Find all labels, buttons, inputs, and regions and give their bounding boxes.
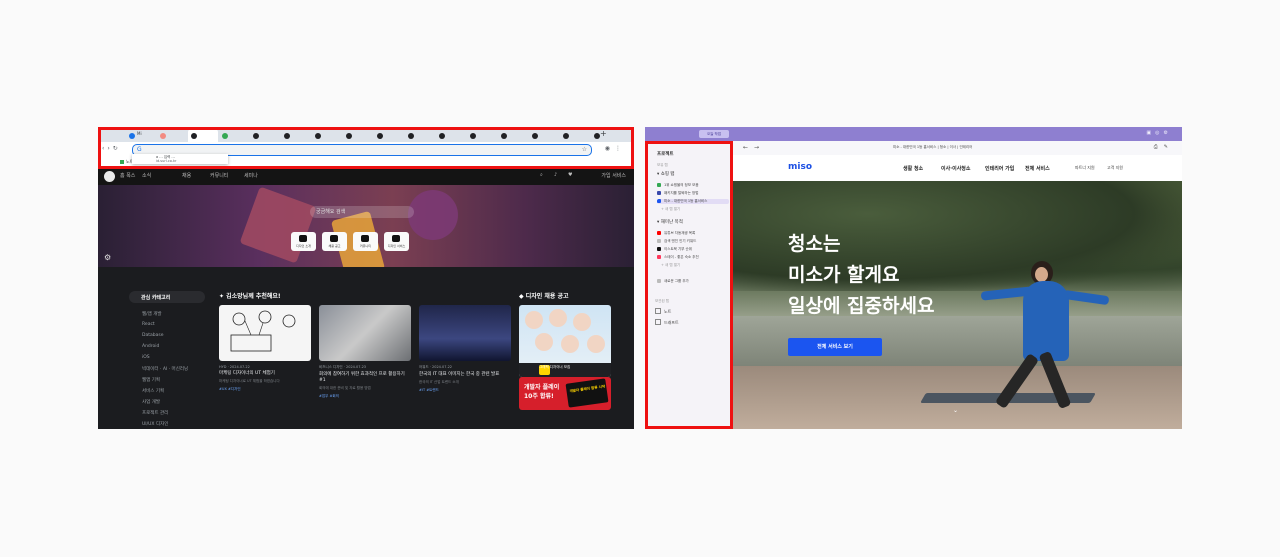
- category-item[interactable]: Android: [142, 344, 159, 349]
- book-image: 개발자 플레이 합류 시작: [565, 378, 609, 408]
- view-all-services-button[interactable]: 전체 서비스 보기: [788, 338, 882, 356]
- left-browser-screenshot: Mi + ‹›↻ G ☆ ◉⋮ a … 입력 … id.surl.co.kr 노…: [98, 127, 634, 429]
- quick-link-button[interactable]: 커뮤니티: [353, 232, 378, 251]
- page-viewport: ←→ 미소 - 대한민국 1등 홈서비스 | 청소 | 이사 | 인테리어 ⎙✎…: [733, 141, 1182, 429]
- ad-photo: [525, 311, 543, 329]
- category-item[interactable]: iOS: [142, 355, 150, 360]
- ad-photo: [561, 335, 579, 353]
- category-item[interactable]: 빅데이터 · AI · 머신러닝: [142, 366, 188, 372]
- hero-banner: 궁금해요 검색 디자인 소개 채용 공고 커뮤니티 디자인 서비스 ⚙: [98, 185, 634, 267]
- chevron-down-icon: ⌄: [953, 407, 959, 414]
- site-header: miso 생활 청소 이사·이사청소 인테리어 가입 전체 서비스 파트너 지원…: [733, 155, 1182, 181]
- article-card[interactable]: HYD · 2024.07.22 마케팅 디자이너의 UT 체험기 마케팅 디자…: [219, 305, 311, 392]
- category-item[interactable]: 웹/앱 개발: [142, 311, 162, 317]
- card-title: 한국의 IT 대표 이미지는 한국 중 관련 발표: [419, 372, 500, 377]
- hero-decor: [408, 190, 458, 240]
- toolbar-icons[interactable]: ▣◎⚙: [1146, 130, 1172, 136]
- search-icon[interactable]: ⌕: [540, 172, 543, 178]
- hero-headline-line: 일상에 집중하세요: [788, 295, 935, 317]
- card-subtitle: 회의에 대한 준비 및 자료 활용 방법: [319, 386, 371, 390]
- job-ad-banner[interactable]: 그래픽 디자이너 모집: [519, 305, 611, 377]
- quick-link-button[interactable]: 디자인 소개: [291, 232, 316, 251]
- gear-icon[interactable]: ⚙: [104, 253, 111, 262]
- card-subtitle: 마케팅 디자이너로 UT 체험을 하였습니다: [219, 379, 280, 383]
- card-tags: #UX #디자인: [219, 387, 241, 391]
- article-card[interactable]: 어워드 · 2024.07.22 한국의 IT 대표 이미지는 한국 중 관련 …: [419, 305, 511, 393]
- category-item[interactable]: UI/UX 디자인: [142, 421, 168, 427]
- article-thumbnail: [419, 305, 511, 361]
- category-item[interactable]: 서비스 기획: [142, 388, 164, 394]
- promo-banner[interactable]: 개발자 플레이 10주 합류! 개발자 플레이 합류 시작: [519, 377, 611, 410]
- navigation-icons[interactable]: ←→: [743, 144, 765, 151]
- workspace-pill[interactable]: 오늘 작업: [699, 130, 729, 138]
- promo-line: 10주 합류!: [524, 393, 554, 400]
- article-thumbnail: [219, 305, 311, 361]
- nav-interior[interactable]: 인테리어 가입: [985, 165, 1014, 172]
- site-logo[interactable]: [104, 171, 115, 182]
- nav-community[interactable]: 커뮤니티: [210, 172, 228, 179]
- ad-caption: 그래픽 디자이너 모집: [519, 363, 611, 377]
- card-subtitle: 한국의 IT 산업 트렌드 소개: [419, 380, 459, 384]
- card-meta: 비즈니스 디자인 · 2024.07.23: [319, 365, 367, 369]
- quick-link-button[interactable]: 채용 공고: [322, 232, 347, 251]
- article-card[interactable]: 비즈니스 디자인 · 2024.07.23 회의에 참여하기 위한 효과적인 프…: [319, 305, 411, 399]
- ad-photo: [573, 313, 591, 331]
- ad-photo: [549, 309, 567, 327]
- card-meta: HYD · 2024.07.22: [219, 365, 250, 369]
- address-bar[interactable]: ←→ 미소 - 대한민국 1등 홈서비스 | 청소 | 이사 | 인테리어 ⎙✎: [733, 141, 1182, 156]
- nav-cleaning[interactable]: 생활 청소: [903, 165, 923, 172]
- nav-support[interactable]: 고객 지원: [1107, 165, 1123, 171]
- hero-search-input[interactable]: 궁금해요 검색: [310, 206, 414, 218]
- hero-decor: [239, 186, 317, 264]
- heart-icon[interactable]: ♥: [568, 172, 572, 178]
- quick-link-button[interactable]: 디자인 서비스: [384, 232, 409, 251]
- page-url: 미소 - 대한민국 1등 홈서비스 | 청소 | 이사 | 인테리어: [893, 145, 973, 149]
- bell-icon[interactable]: ♪: [554, 172, 557, 178]
- category-item[interactable]: 웹앱 기획: [142, 377, 160, 383]
- nav-news[interactable]: 소식: [142, 172, 151, 179]
- card-title: 마케팅 디자이너의 UT 체험기: [219, 371, 275, 376]
- sketch-illustration: [230, 310, 296, 352]
- nav-jobs[interactable]: 채용: [182, 172, 191, 179]
- card-tags: #업무 #회의: [319, 394, 339, 398]
- jobs-title: ◆ 디자인 채용 공고: [519, 293, 569, 300]
- category-item[interactable]: 프로젝트 관리: [142, 410, 168, 416]
- signup-link[interactable]: 가입 서비스: [601, 172, 626, 179]
- article-thumbnail: [319, 305, 411, 361]
- miso-logo[interactable]: miso: [788, 162, 812, 172]
- nav-partner[interactable]: 파트너 지원: [1075, 165, 1095, 171]
- sidebar-title[interactable]: 관심 카테고리: [129, 291, 205, 303]
- category-item[interactable]: React: [142, 322, 155, 327]
- category-item[interactable]: Database: [142, 333, 163, 338]
- nav-moving[interactable]: 이사·이사청소: [941, 165, 971, 172]
- window-titlebar: 오늘 작업 ▣◎⚙: [645, 127, 1182, 146]
- category-item[interactable]: 사업 개발: [142, 399, 160, 405]
- hero-headline-line: 미소가 할게요: [788, 264, 900, 286]
- ad-photo: [587, 335, 605, 353]
- ad-photo: [535, 333, 553, 351]
- nav-all-services[interactable]: 전체 서비스: [1025, 165, 1050, 172]
- tabs-highlight-box: [98, 127, 634, 169]
- promo-line: 개발자 플레이: [524, 384, 560, 391]
- card-meta: 어워드 · 2024.07.22: [419, 365, 453, 369]
- site-navigation: 홈 폭스 소식 채용 커뮤니티 세미나 ⌕ ♪ ♥ 가입 서비스: [98, 167, 634, 185]
- share-icon[interactable]: ⎙✎: [1154, 144, 1174, 150]
- card-tags: #IT #트렌드: [419, 388, 439, 392]
- nav-home[interactable]: 홈 폭스: [120, 172, 135, 179]
- card-title: 회의에 참여하기 위한 효과적인 프로 활용하기 #1: [319, 372, 405, 383]
- right-browser-screenshot: 오늘 작업 ▣◎⚙ 프로젝트 보유 탭 ▾ 쇼핑 탭 1위 쇼핑몰의 정보 모음…: [645, 127, 1182, 429]
- nav-seminar[interactable]: 세미나: [244, 172, 258, 179]
- person-jacket: [1023, 281, 1069, 361]
- person-face: [1035, 267, 1048, 282]
- vertical-tabs-highlight-box: [645, 141, 733, 429]
- hero-headline-line: 청소는: [788, 233, 841, 255]
- recommend-title: ✦ 김소망님께 추천해요!: [219, 293, 281, 300]
- person-arm: [1062, 289, 1110, 306]
- hero-image: 청소는 미소가 할게요 일상에 집중하세요 전체 서비스 보기 ⌄: [733, 181, 1182, 429]
